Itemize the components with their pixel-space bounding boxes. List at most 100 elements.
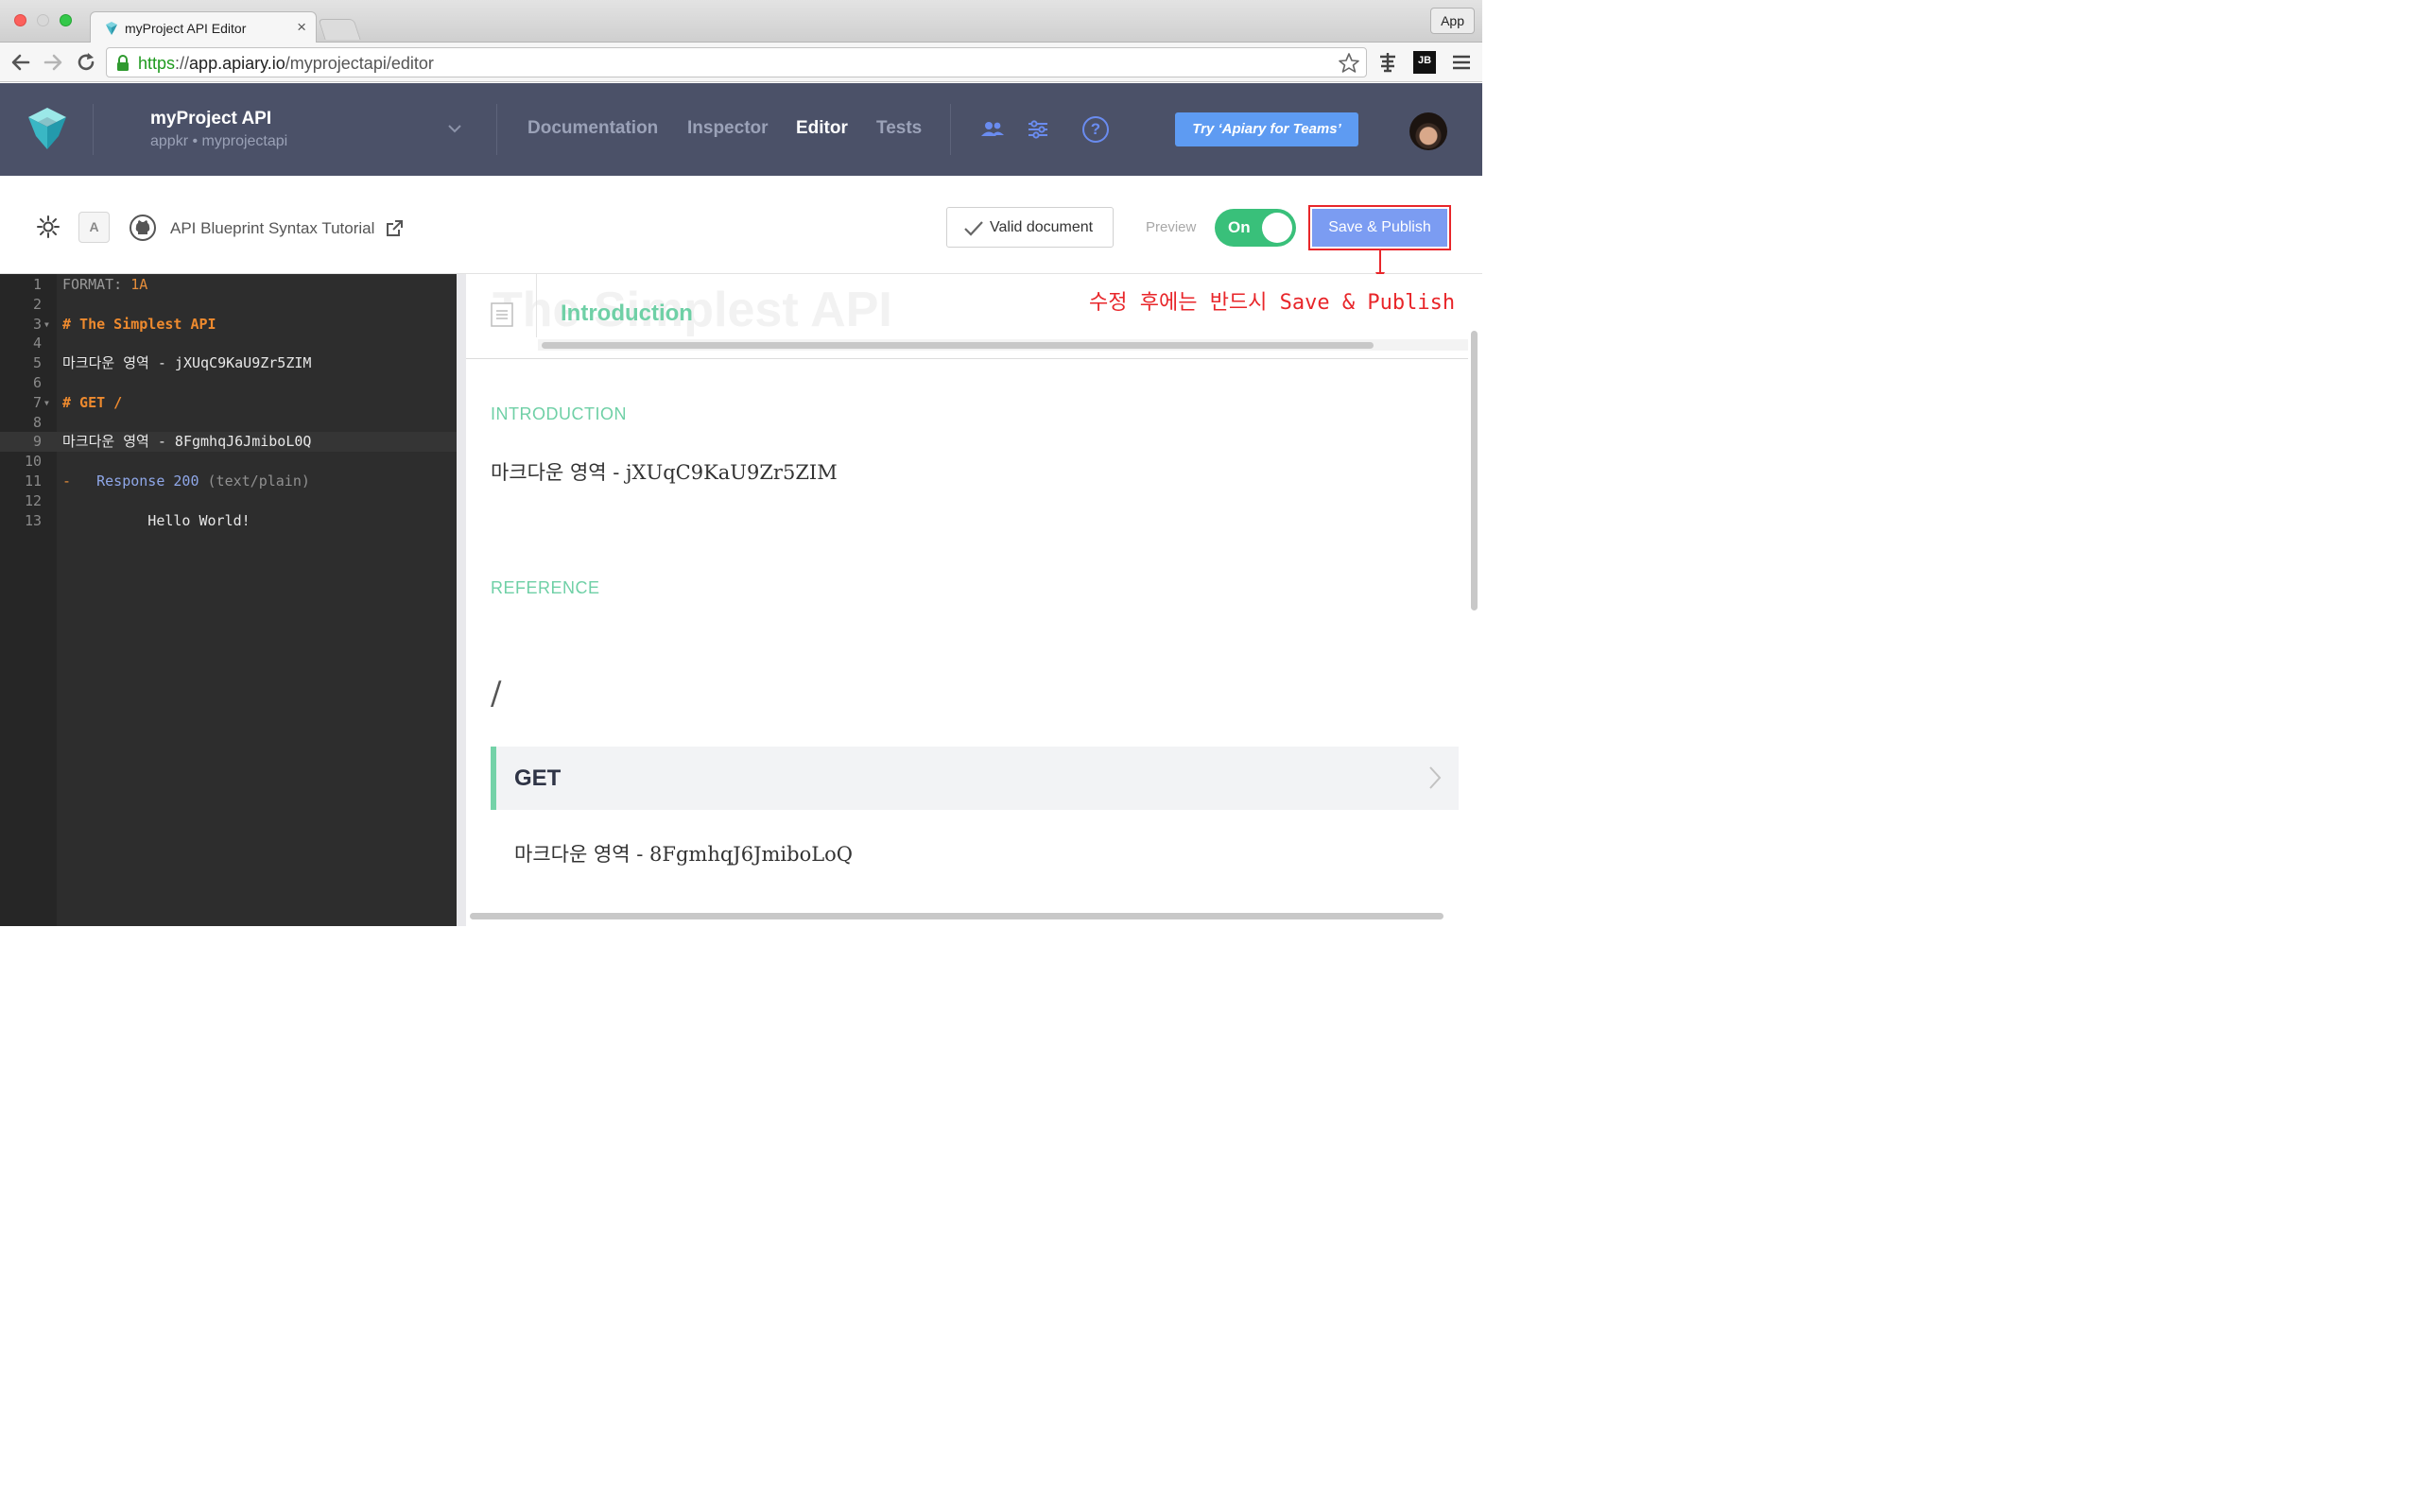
url-path: /myprojectapi/editor — [285, 54, 434, 73]
code-line[interactable]: 7 ▼ # GET / — [0, 393, 457, 413]
code-line[interactable]: 2 — [0, 295, 457, 315]
code-line[interactable]: 3 ▼ # The Simplest API — [0, 315, 457, 335]
forward-arrow-icon[interactable] — [41, 50, 65, 75]
preview-pane: The Simplest API Introduction INTRODUCTI… — [457, 274, 1482, 926]
code-token: FORMAT: — [62, 276, 131, 293]
line-number: 10 — [24, 453, 42, 471]
new-tab-button[interactable] — [318, 19, 361, 40]
nav-editor[interactable]: Editor — [796, 118, 848, 139]
code-text: - Response 200 (text/plain) — [62, 472, 310, 491]
maximize-window-button[interactable] — [60, 14, 72, 26]
code-line[interactable]: 1 FORMAT: 1A — [0, 275, 457, 295]
code-line[interactable]: 5 마크다운 영역 - jXUqC9KaU9Zr5ZIM — [0, 353, 457, 373]
toc-scrollbar[interactable] — [538, 339, 1468, 351]
code-text: Hello World! — [62, 511, 251, 531]
line-number: 1 — [32, 276, 42, 293]
line-number: 11 — [24, 472, 42, 490]
preview-vertical-thumb[interactable] — [1471, 331, 1478, 610]
code-line[interactable]: 4 — [0, 334, 457, 353]
line-number: 12 — [24, 491, 42, 509]
sun-icon[interactable] — [36, 215, 60, 239]
project-name[interactable]: myProject API — [150, 109, 271, 129]
get-description: 마크다운 영역 - 8FgmhqJ6JmiboLoQ — [514, 843, 854, 866]
github-icon[interactable] — [130, 215, 156, 241]
lock-icon — [117, 55, 129, 71]
nav-inspector[interactable]: Inspector — [687, 118, 769, 139]
apiary-logo-icon[interactable] — [25, 106, 70, 151]
toc-icon[interactable] — [491, 302, 513, 327]
editor-toolbar: A API Blueprint Syntax Tutorial Valid do… — [0, 176, 1482, 274]
jetbrains-extension-icon[interactable]: JB — [1413, 51, 1436, 74]
app-button[interactable]: App — [1430, 8, 1475, 34]
code-token: Hello World! — [62, 511, 251, 529]
tab-close-icon[interactable]: × — [297, 18, 306, 37]
chevron-down-icon[interactable] — [447, 123, 462, 134]
menu-icon[interactable] — [1450, 51, 1473, 74]
code-token: # GET / — [62, 393, 123, 411]
nav-documentation[interactable]: Documentation — [527, 118, 658, 139]
tutorial-link[interactable]: API Blueprint Syntax Tutorial — [170, 219, 374, 238]
close-window-button[interactable] — [14, 14, 26, 26]
code-line[interactable]: 13 Hello World! — [0, 511, 457, 531]
code-text: 마크다운 영역 - jXUqC9KaU9Zr5ZIM — [62, 353, 311, 373]
line-number: 6 — [32, 374, 42, 391]
toc-item-introduction[interactable]: Introduction — [561, 301, 693, 327]
address-bar[interactable]: https://app.apiary.io/myprojectapi/edito… — [106, 47, 1367, 77]
code-line[interactable]: 12 — [0, 491, 457, 511]
try-teams-button[interactable]: Try ‘Apiary for Teams’ — [1175, 112, 1358, 146]
font-size-button[interactable]: A — [78, 212, 110, 243]
extension-tree-icon[interactable] — [1376, 51, 1399, 74]
intro-text: 마크다운 영역 - jXUqC9KaU9Zr5ZIM — [491, 461, 838, 484]
url-text: https://app.apiary.io/myprojectapi/edito… — [138, 54, 434, 74]
code-line[interactable]: 6 — [0, 373, 457, 393]
browser-tab[interactable]: myProject API Editor × — [90, 11, 317, 43]
code-text: 마크다운 영역 - 8FgmhqJ6JmiboL0Q — [62, 432, 311, 452]
save-publish-button[interactable]: Save & Publish — [1312, 209, 1447, 247]
help-icon[interactable]: ? — [1082, 116, 1109, 143]
tab-title: myProject API Editor — [125, 21, 247, 36]
minimize-window-button[interactable] — [37, 14, 49, 26]
users-icon[interactable] — [979, 116, 1006, 143]
preview-horizontal-scrollbar[interactable] — [470, 911, 1453, 920]
code-text: FORMAT: 1A — [62, 275, 147, 295]
fold-arrow-icon[interactable]: ▼ — [44, 393, 49, 413]
preview-vertical-scrollbar[interactable] — [1468, 331, 1479, 926]
code-line[interactable]: 10 — [0, 452, 457, 472]
annotation-text: 수정 후에는 반드시 Save & Publish — [1089, 291, 1456, 315]
line-number: 8 — [32, 413, 42, 431]
code-line[interactable]: 11 - Response 200 (text/plain) — [0, 472, 457, 491]
code-token: 1A — [130, 276, 148, 293]
preview-toggle[interactable]: On — [1215, 209, 1296, 247]
get-action-card[interactable]: GET — [491, 747, 1459, 810]
fold-arrow-icon[interactable]: ▼ — [44, 315, 49, 335]
avatar[interactable] — [1409, 112, 1447, 150]
line-number: 2 — [32, 295, 42, 313]
header-divider — [93, 104, 94, 155]
code-editor[interactable]: 1 FORMAT: 1A 2 3 ▼ # The Simplest API 4 5 마크다운 영… — [0, 274, 457, 926]
code-line[interactable]: 9 마크다운 영역 - 8FgmhqJ6JmiboL0Q — [0, 432, 457, 453]
line-number: 5 — [32, 354, 42, 372]
valid-document-button[interactable]: Valid document — [946, 207, 1114, 248]
preview-toggle-label: On — [1228, 218, 1251, 236]
reload-icon[interactable] — [74, 50, 98, 75]
code-token: (text/plain) — [207, 472, 310, 490]
back-arrow-icon[interactable] — [9, 50, 33, 75]
line-number: 13 — [24, 511, 42, 529]
code-line[interactable]: 8 — [0, 413, 457, 433]
header-divider — [950, 104, 951, 155]
browser-toolbar: https://app.apiary.io/myprojectapi/edito… — [0, 43, 1482, 82]
project-subtitle: appkr • myprojectapi — [150, 133, 288, 149]
preview-horizontal-thumb[interactable] — [470, 913, 1443, 919]
toc-scrollbar-thumb[interactable] — [542, 342, 1374, 349]
external-link-icon[interactable] — [386, 219, 404, 237]
star-icon[interactable] — [1338, 52, 1360, 75]
toc-divider — [536, 274, 537, 337]
nav-tests[interactable]: Tests — [876, 118, 922, 139]
settings-sliders-icon[interactable] — [1025, 116, 1051, 143]
line-number: 7 — [32, 393, 42, 411]
code-token: # The Simplest API — [62, 315, 216, 333]
check-icon — [964, 221, 983, 236]
code-token: 마크다운 영역 - jXUqC9KaU9Zr5ZIM — [62, 354, 312, 372]
code-text: # GET / — [62, 393, 122, 413]
